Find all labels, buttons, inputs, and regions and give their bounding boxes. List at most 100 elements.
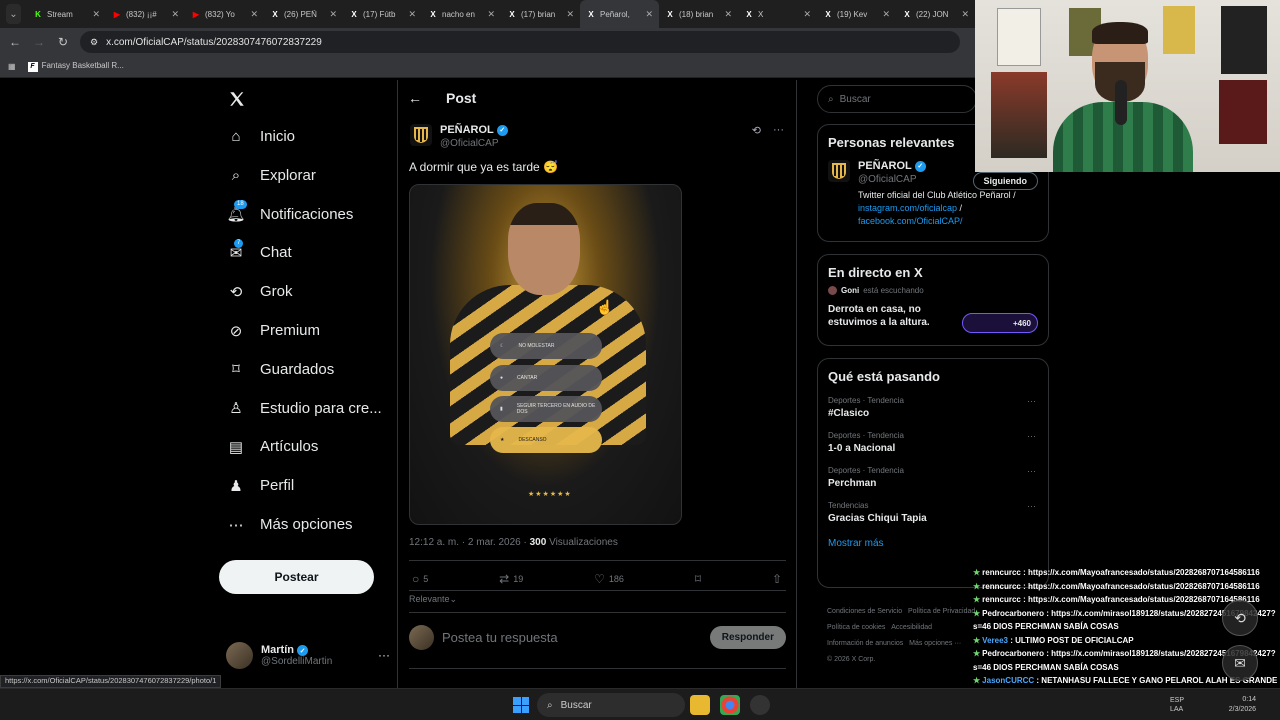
apps-grid-icon[interactable]: ▦ (8, 62, 16, 71)
account-switcher[interactable]: Martín ✓ @SordelliMartin ··· (226, 642, 390, 669)
show-more-link[interactable]: Mostrar más (818, 530, 1048, 557)
chat-username[interactable]: Veree3 (982, 636, 1008, 645)
author-name[interactable]: PEÑAROL ✓ (440, 124, 508, 136)
tab-search-button[interactable]: ⌄ (6, 4, 21, 24)
trend-item[interactable]: Deportes · Tendencia 1-0 a Nacional ··· (818, 425, 1048, 460)
close-icon[interactable]: ✕ (882, 9, 890, 20)
browser-tab[interactable]: X (17) brian ✕ (501, 0, 580, 28)
nav-item-guardados[interactable]: ⌑ Guardados (228, 361, 334, 379)
nav-item-chat[interactable]: ✉ 7 Chat (228, 238, 292, 262)
back-icon[interactable]: ← (8, 35, 22, 49)
browser-tab[interactable]: X (18) brian ✕ (659, 0, 738, 28)
nav-item-perfil[interactable]: ♟ Perfil (228, 477, 294, 495)
more-dots-icon[interactable]: ··· (773, 124, 784, 137)
file-explorer-icon[interactable] (690, 695, 710, 715)
browser-tab[interactable]: X (19) Kev ✕ (817, 0, 896, 28)
nav-item-explorar[interactable]: ⌕ Explorar (228, 167, 316, 184)
like-button[interactable]: ♡ 186 (594, 572, 624, 586)
browser-tab[interactable]: Xnacho en ✕ (422, 0, 501, 28)
footer-link[interactable]: Accesibilidad (891, 624, 932, 631)
instagram-link[interactable]: instagram.com/oficialcap (858, 203, 957, 213)
reload-icon[interactable]: ↻ (56, 35, 70, 49)
browser-tab[interactable]: X Peñarol, ✕ (580, 0, 659, 28)
mail-icon[interactable]: ✉ (1222, 645, 1258, 681)
facebook-link[interactable]: facebook.com/OficialCAP/ (858, 216, 963, 226)
close-icon[interactable]: ✕ (961, 9, 969, 20)
language-indicator[interactable]: ESP LAA (1170, 696, 1184, 714)
bookmark-fantasy[interactable]: F Fantasy Basketball R... (27, 61, 124, 72)
nav-item-artículos[interactable]: ▤ Artículos (228, 438, 318, 456)
close-icon[interactable]: ✕ (92, 9, 100, 20)
browser-tab[interactable]: X (26) PEÑ ✕ (264, 0, 343, 28)
browser-tab[interactable]: X (22) JON ✕ (896, 0, 975, 28)
chat-username[interactable]: Pedrocarbonero (982, 609, 1044, 618)
address-bar[interactable]: ⚙ x.com/OficialCAP/status/20283074760728… (80, 31, 960, 53)
chat-username[interactable]: JasonCURCC (982, 676, 1034, 685)
nav-item-premium[interactable]: ⊘ Premium (228, 322, 320, 340)
footer-link[interactable]: Condiciones de Servicio (827, 608, 902, 615)
close-icon[interactable]: ✕ (329, 9, 337, 20)
browser-tab[interactable]: X (17) Fútb ✕ (343, 0, 422, 28)
clock[interactable]: 0:14 2/3/2026 (1229, 695, 1256, 715)
reply-input[interactable]: Postea tu respuesta (442, 630, 702, 645)
post-author[interactable]: PEÑAROL ✓ @OficialCAP (410, 124, 508, 149)
trend-item[interactable]: Deportes · Tendencia #Clasico ··· (818, 390, 1048, 425)
nav-item-más-opciones[interactable]: ⋯ Más opciones (228, 516, 353, 534)
chat-username[interactable]: renncurcc (982, 568, 1021, 577)
app-icon[interactable] (750, 695, 770, 715)
post-image[interactable]: ☾ NO MOLESTAR ● CANTAR ▮ SEGUIR TERCERO EN … (409, 184, 682, 525)
post-button[interactable]: Postear (219, 560, 374, 594)
browser-tab[interactable]: K Stream ✕ (27, 0, 106, 28)
close-icon[interactable]: ✕ (487, 9, 495, 20)
following-button[interactable]: Siguiendo (972, 172, 1038, 190)
footer-link[interactable]: Información de anuncios (827, 640, 903, 647)
reply-button[interactable]: ○ 5 (412, 572, 428, 586)
more-dots-icon[interactable]: ··· (1027, 431, 1036, 441)
sort-replies-dropdown[interactable]: Relevante⌄ (409, 594, 457, 605)
search-input[interactable]: ⌕ Buscar (817, 85, 977, 113)
forward-icon[interactable]: → (32, 35, 46, 49)
close-icon[interactable]: ✕ (171, 9, 179, 20)
close-icon[interactable]: ✕ (724, 9, 732, 20)
grok-icon[interactable]: ⟲ (752, 124, 761, 137)
close-icon[interactable]: ✕ (566, 9, 574, 20)
footer-link[interactable]: Política de cookies (827, 624, 885, 631)
trend-item[interactable]: Tendencias Gracias Chiqui Tapia ··· (818, 495, 1048, 530)
more-dots-icon[interactable]: ··· (378, 648, 390, 662)
browser-tab[interactable]: ▶ (832) Yo ✕ (185, 0, 264, 28)
footer-link[interactable]: Política de Privacidad (908, 608, 975, 615)
share-button[interactable]: ⇧ (772, 572, 782, 586)
chrome-icon[interactable] (720, 695, 740, 715)
more-dots-icon[interactable]: ··· (1027, 396, 1036, 406)
bookmark-button[interactable]: ⌑ (695, 572, 701, 586)
author-handle[interactable]: @OficialCAP (440, 138, 508, 149)
tab-label: (17) Fútb (363, 9, 396, 19)
listeners-pill[interactable]: +460 (962, 313, 1038, 333)
chat-username[interactable]: renncurcc (982, 582, 1021, 591)
repost-button[interactable]: ⇄ 19 (499, 572, 523, 586)
nav-item-notificaciones[interactable]: 🔔︎ 18 Notificaciones (226, 200, 353, 223)
browser-tab[interactable]: ▶ (832) ¡¡# ✕ (106, 0, 185, 28)
chat-username[interactable]: renncurcc (982, 595, 1021, 604)
nav-item-grok[interactable]: ⟲ Grok (228, 283, 293, 301)
live-card[interactable]: En directo en X Goni está escuchando Der… (817, 254, 1049, 346)
close-icon[interactable]: ✕ (250, 9, 258, 20)
reply-submit-button[interactable]: Responder (709, 626, 786, 649)
site-info-icon[interactable]: ⚙ (90, 37, 98, 48)
trend-item[interactable]: Deportes · Tendencia Perchman ··· (818, 460, 1048, 495)
more-dots-icon[interactable]: ··· (1027, 501, 1036, 511)
x-logo-icon[interactable] (228, 90, 246, 108)
taskbar-search[interactable]: ⌕ Buscar (537, 693, 685, 717)
close-icon[interactable]: ✕ (645, 9, 653, 20)
windows-start-icon[interactable] (513, 697, 529, 713)
nav-item-estudio-para-cre-[interactable]: ♙ Estudio para cre... (228, 400, 381, 418)
close-icon[interactable]: ✕ (803, 9, 811, 20)
more-dots-icon[interactable]: ··· (1027, 466, 1036, 476)
footer-link[interactable]: Más opciones ··· (909, 640, 961, 647)
close-icon[interactable]: ✕ (408, 9, 416, 20)
grok-icon[interactable]: ⟲ (1222, 600, 1258, 636)
back-arrow-icon[interactable]: ← (408, 90, 422, 106)
browser-tab[interactable]: X X ✕ (738, 0, 817, 28)
chat-username[interactable]: Pedrocarbonero (982, 649, 1044, 658)
nav-item-inicio[interactable]: ⌂ Inicio (228, 128, 295, 145)
